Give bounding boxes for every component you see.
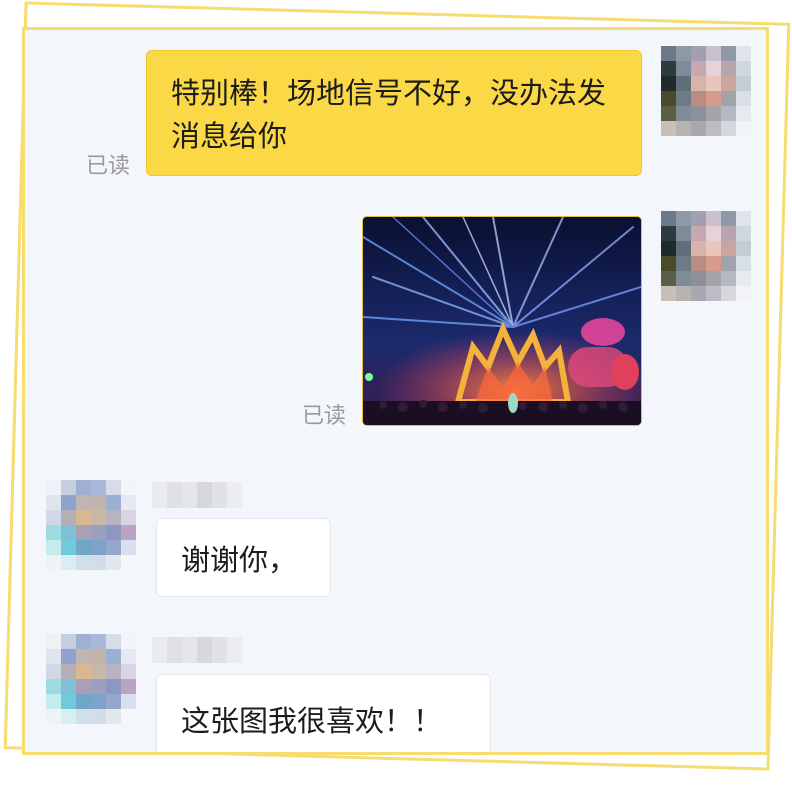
shared-photo[interactable] (362, 216, 642, 426)
outgoing-message-bubble[interactable]: 特别棒！场地信号不好，没办法发消息给你 (146, 50, 642, 176)
read-status: 已读 (302, 404, 347, 429)
concert-image-icon (363, 217, 641, 425)
contact-avatar-icon[interactable] (46, 480, 136, 570)
message-text: 这张图我很喜欢！！ (181, 704, 443, 738)
contact-name-redacted (152, 637, 242, 663)
chat-screenshot-frame: 已读 特别棒！场地信号不好，没办法发消息给你 已读 谢谢你， 这张图我很喜欢！！ (22, 27, 769, 755)
read-status: 已读 (86, 154, 131, 179)
contact-avatar-icon[interactable] (46, 634, 136, 724)
self-avatar-icon[interactable] (661, 211, 751, 301)
self-avatar-icon[interactable] (661, 46, 751, 136)
message-text: 特别棒！场地信号不好，没办法发消息给你 (171, 76, 607, 153)
message-text: 谢谢你， (181, 542, 298, 577)
incoming-message-bubble[interactable]: 谢谢你， (156, 518, 331, 597)
contact-name-redacted (152, 482, 242, 508)
incoming-message-bubble[interactable]: 这张图我很喜欢！！ (156, 674, 491, 752)
